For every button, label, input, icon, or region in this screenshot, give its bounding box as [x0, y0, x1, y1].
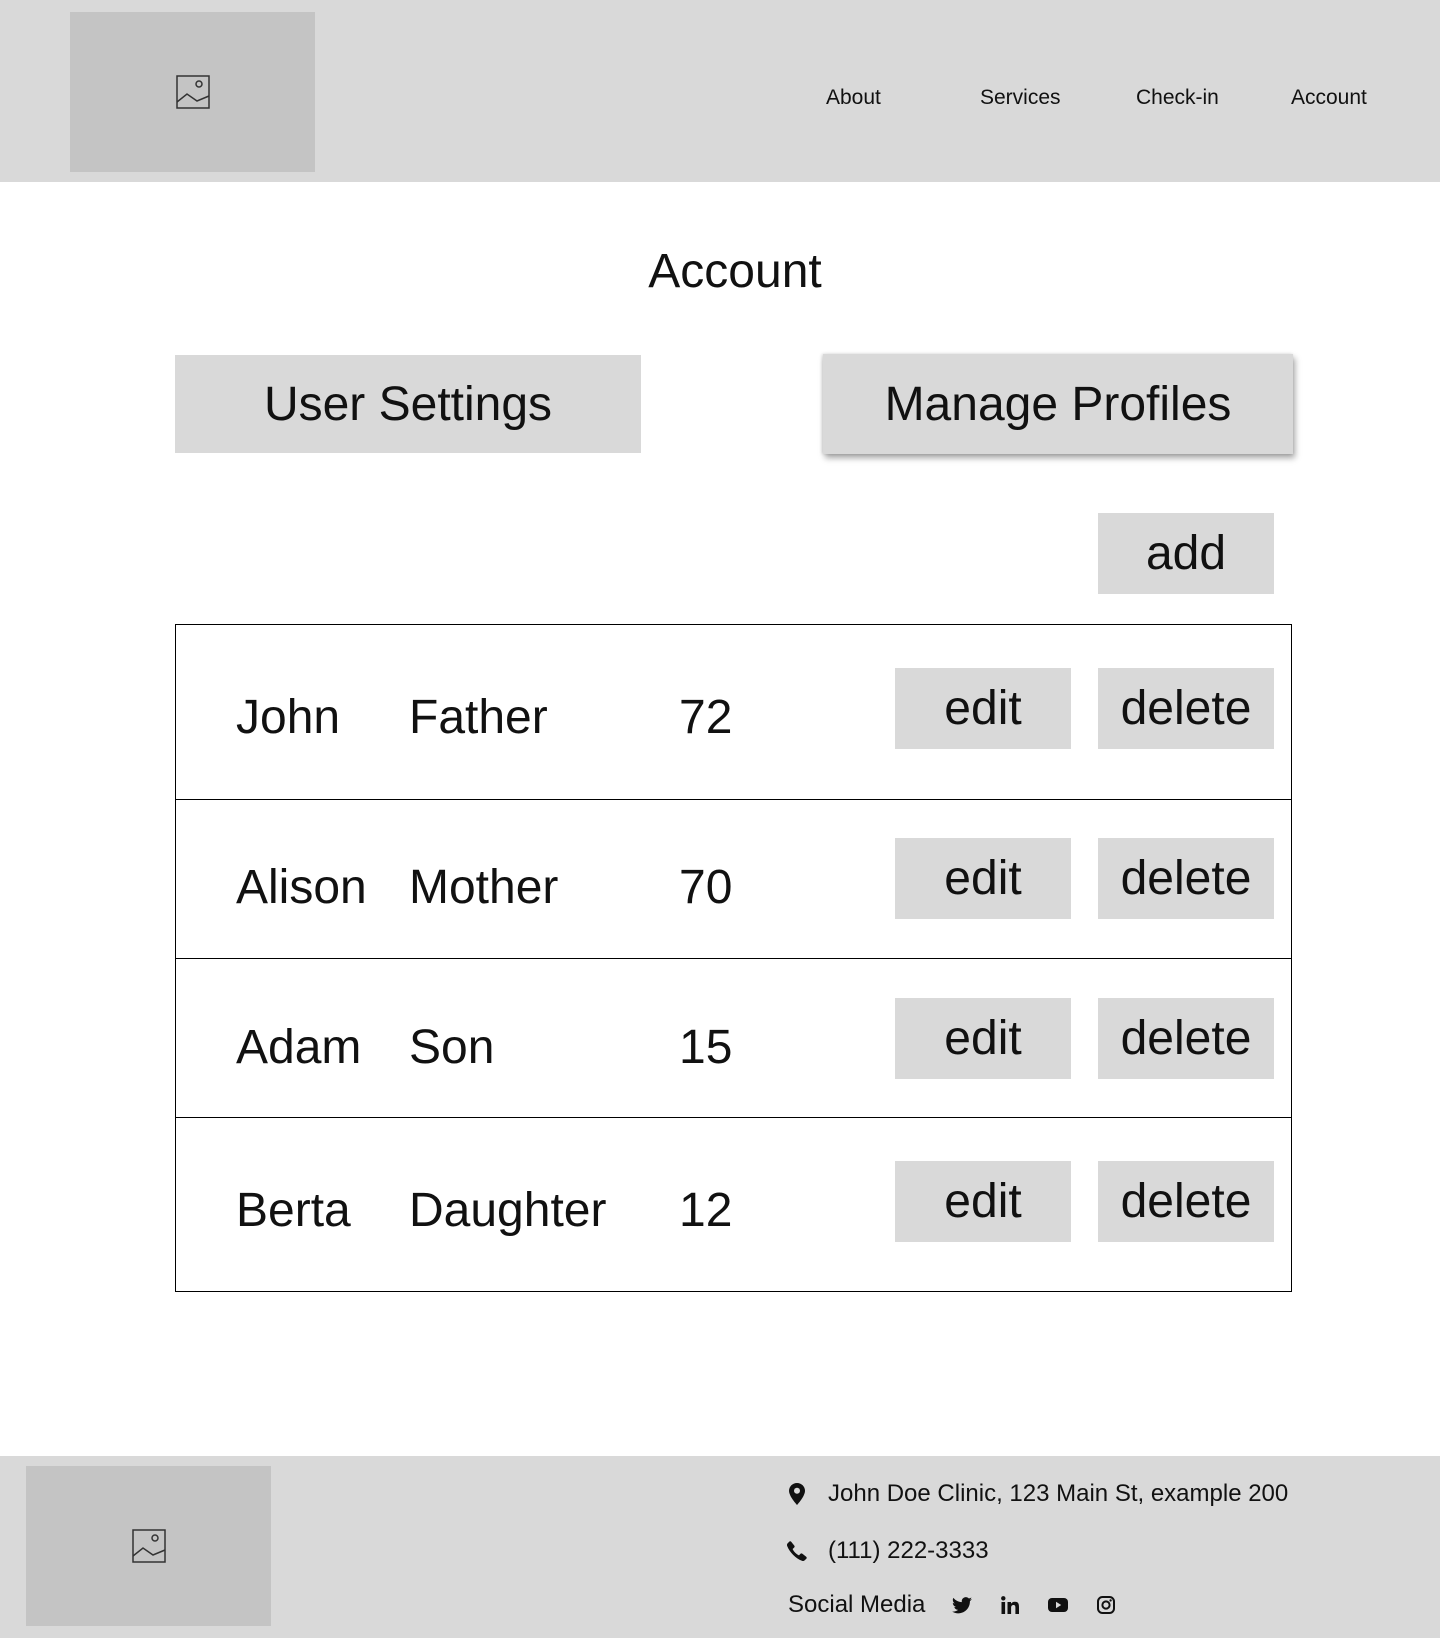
user-settings-button[interactable]: User Settings [175, 355, 641, 453]
profile-relation: Father [409, 691, 548, 744]
add-profile-button[interactable]: add [1098, 513, 1274, 594]
address-text: John Doe Clinic, 123 Main St, example 20… [828, 1480, 1289, 1507]
nav-services[interactable]: Services [980, 86, 1061, 110]
twitter-icon[interactable] [951, 1594, 973, 1616]
footer-logo[interactable] [26, 1466, 271, 1626]
profile-age: 72 [679, 691, 733, 744]
image-placeholder-icon [131, 1529, 166, 1563]
edit-button[interactable]: edit [895, 998, 1071, 1079]
footer-social: Social Media [788, 1591, 1117, 1619]
phone-icon [786, 1540, 808, 1562]
nav-account[interactable]: Account [1291, 86, 1367, 110]
youtube-icon[interactable] [1047, 1594, 1069, 1616]
profile-relation: Son [409, 1021, 495, 1074]
table-row: Adam Son 15 edit delete [176, 959, 1291, 1118]
manage-profiles-button[interactable]: Manage Profiles [823, 354, 1293, 454]
edit-button[interactable]: edit [895, 1161, 1071, 1242]
header-logo[interactable] [70, 12, 315, 172]
profile-age: 15 [679, 1021, 733, 1074]
table-row: John Father 72 edit delete [176, 625, 1291, 800]
table-row: Berta Daughter 12 edit delete [176, 1118, 1291, 1293]
delete-button[interactable]: delete [1098, 838, 1274, 919]
phone-text: (111) 222-3333 [828, 1537, 989, 1564]
delete-button[interactable]: delete [1098, 1161, 1274, 1242]
site-footer: John Doe Clinic, 123 Main St, example 20… [0, 1456, 1440, 1638]
delete-button[interactable]: delete [1098, 668, 1274, 749]
footer-address: John Doe Clinic, 123 Main St, example 20… [786, 1480, 1288, 1508]
profile-age: 12 [679, 1184, 733, 1237]
site-header: About Services Check-in Account [0, 0, 1440, 182]
location-pin-icon [786, 1483, 808, 1505]
profile-name: Adam [236, 1021, 362, 1074]
delete-button[interactable]: delete [1098, 998, 1274, 1079]
table-row: Alison Mother 70 edit delete [176, 800, 1291, 959]
profile-age: 70 [679, 861, 733, 914]
profile-name: John [236, 691, 341, 744]
image-placeholder-icon [175, 75, 210, 109]
profiles-table: John Father 72 edit delete Alison Mother… [175, 624, 1292, 1292]
profile-relation: Daughter [409, 1184, 607, 1237]
profile-name: Alison [236, 861, 367, 914]
page-title: Account [648, 245, 822, 298]
profile-relation: Mother [409, 861, 559, 914]
nav-about[interactable]: About [826, 86, 881, 110]
edit-button[interactable]: edit [895, 668, 1071, 749]
footer-phone: (111) 222-3333 [786, 1537, 989, 1565]
social-media-label: Social Media [788, 1591, 926, 1618]
profile-name: Berta [236, 1184, 351, 1237]
instagram-icon[interactable] [1095, 1594, 1117, 1616]
edit-button[interactable]: edit [895, 838, 1071, 919]
nav-check-in[interactable]: Check-in [1136, 86, 1219, 110]
linkedin-icon[interactable] [999, 1594, 1021, 1616]
